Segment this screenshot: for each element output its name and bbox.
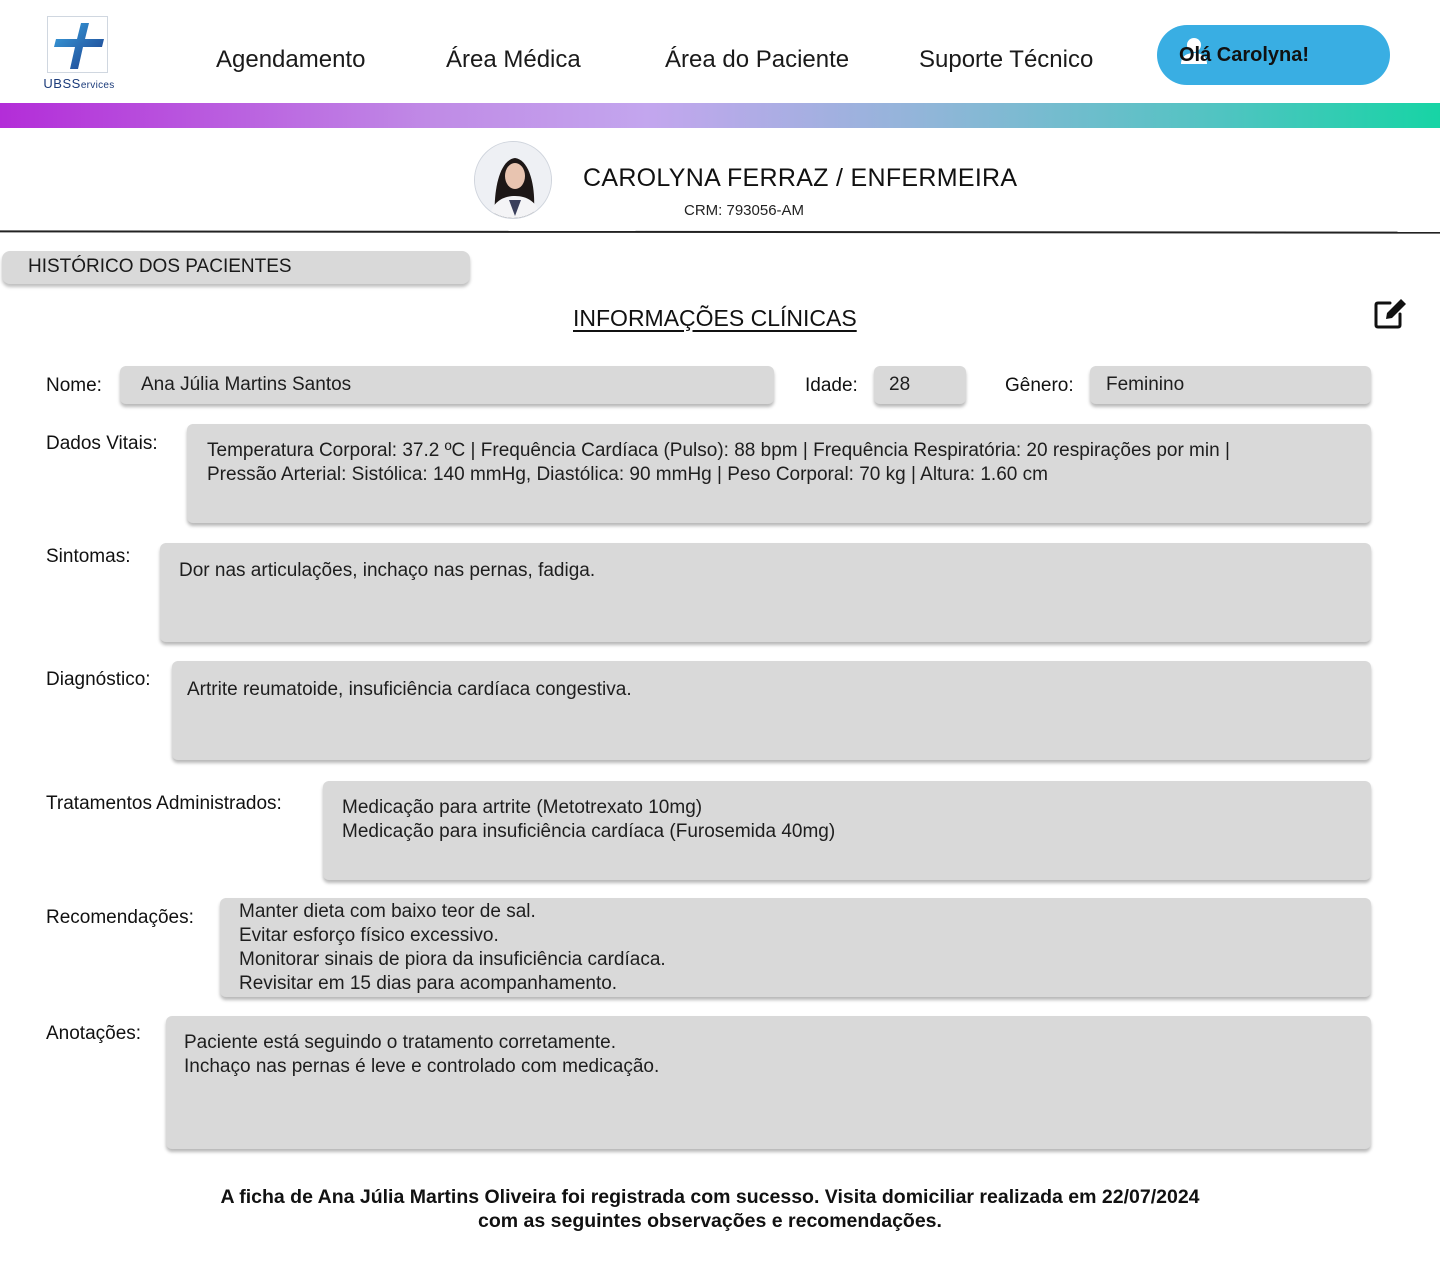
logo-text: UBSServices [43, 76, 115, 91]
diagnosis-label: Diagnóstico: [46, 669, 151, 690]
top-header: UBSServices Agendamento Área Médica Área… [0, 0, 1440, 103]
ubs-logo[interactable]: UBSServices [37, 14, 121, 94]
user-greeting-button[interactable]: Olá Carolyna! [1157, 25, 1390, 85]
edit-icon[interactable] [1372, 297, 1408, 331]
nav-area-medica[interactable]: Área Médica [446, 46, 581, 74]
patient-name-field[interactable]: Ana Júlia Martins Santos [120, 366, 774, 404]
logo-cross-icon [47, 16, 108, 73]
header-gradient-divider [0, 103, 1440, 128]
symptoms-label: Sintomas: [46, 546, 131, 567]
diagnosis-value: Artrite reumatoide, insuficiência cardía… [187, 679, 632, 700]
profile-divider [0, 230, 1440, 234]
patient-history-button[interactable]: HISTÓRICO DOS PACIENTES [2, 251, 470, 284]
symptoms-value: Dor nas articulações, inchaço nas pernas… [179, 560, 596, 581]
recommendations-label: Recomendações: [46, 907, 194, 928]
diagnosis-field[interactable]: Artrite reumatoide, insuficiência cardía… [172, 661, 1371, 760]
patient-age-value: 28 [889, 374, 911, 395]
gender-label: Gênero: [1005, 375, 1074, 396]
notes-label: Anotações: [46, 1023, 142, 1044]
notes-field[interactable]: Paciente está seguindo o tratamento corr… [166, 1016, 1371, 1149]
vitals-value: Temperatura Corporal: 37.2 ºC | Frequênc… [207, 440, 1230, 485]
professional-name: CAROLYNA FERRAZ / ENFERMEIRA [583, 164, 1018, 192]
treatments-value: Medicação para artrite (Metotrexato 10mg… [342, 797, 836, 842]
success-message: A ficha de Ana Júlia Martins Oliveira fo… [220, 1186, 1200, 1232]
patient-gender-field[interactable]: Feminino [1090, 366, 1371, 404]
treatments-field[interactable]: Medicação para artrite (Metotrexato 10mg… [323, 781, 1371, 880]
notes-value: Paciente está seguindo o tratamento corr… [184, 1032, 660, 1077]
nav-area-paciente[interactable]: Área do Paciente [665, 46, 849, 74]
vitals-field[interactable]: Temperatura Corporal: 37.2 ºC | Frequênc… [187, 424, 1371, 523]
name-label: Nome: [46, 375, 102, 396]
recommendations-field[interactable]: Manter dieta com baixo teor de sal. Evit… [220, 898, 1371, 997]
section-title: INFORMAÇÕES CLÍNICAS [573, 305, 857, 331]
nav-agendamento[interactable]: Agendamento [216, 46, 365, 74]
vitals-label: Dados Vitais: [46, 433, 158, 454]
patient-name-value: Ana Júlia Martins Santos [141, 374, 352, 395]
user-greeting-label: Olá Carolyna! [1179, 43, 1310, 66]
professional-crm: CRM: 793056-AM [684, 202, 805, 219]
patient-age-field[interactable]: 28 [874, 366, 966, 404]
treatments-label: Tratamentos Administrados: [46, 793, 282, 814]
symptoms-field[interactable]: Dor nas articulações, inchaço nas pernas… [160, 543, 1371, 642]
avatar [474, 141, 552, 219]
recommendations-value: Manter dieta com baixo teor de sal. Evit… [239, 901, 666, 994]
nav-suporte-tecnico[interactable]: Suporte Técnico [919, 46, 1093, 74]
age-label: Idade: [805, 375, 858, 396]
patient-gender-value: Feminino [1106, 374, 1185, 395]
